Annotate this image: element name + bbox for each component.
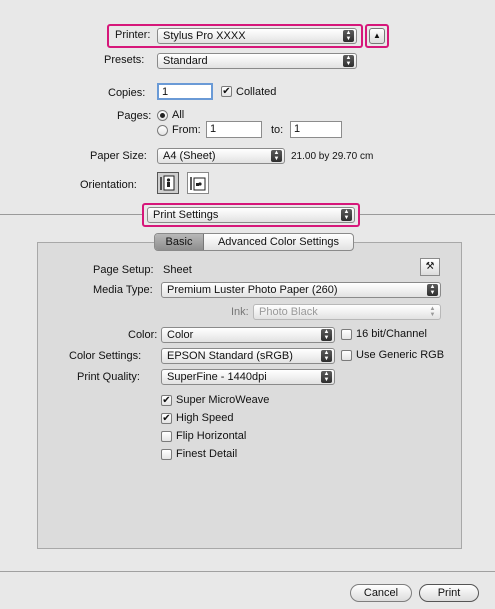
print-button[interactable]: Print [419,584,479,602]
finest-detail-label: Finest Detail [176,448,238,460]
cancel-button[interactable]: Cancel [350,584,412,602]
pages-from-radio[interactable] [157,125,168,136]
super-microweave-checkbox[interactable]: ✔ [161,395,172,406]
popup-arrows-icon: ▲ ▼ [427,284,438,296]
color-settings-popup[interactable]: EPSON Standard (sRGB) ▲ ▼ [161,348,335,364]
popup-arrows-icon: ▲ ▼ [321,371,332,383]
pages-from-field[interactable]: 1 [206,121,262,138]
tab-advanced-color[interactable]: Advanced Color Settings [204,234,353,250]
popup-arrows-icon: ▲ ▼ [321,350,332,362]
popup-arrows-icon: ▲ ▼ [343,30,354,42]
print-quality-value: SuperFine - 1440dpi [167,371,267,383]
tab-basic[interactable]: Basic [155,234,204,250]
popup-arrows-icon: ▲ ▼ [271,150,282,162]
collated-checkbox[interactable]: ✔ [221,86,232,97]
utility-button[interactable]: ⚒ [420,258,440,276]
pages-to-label: to: [271,124,284,136]
printer-value: Stylus Pro XXXX [163,30,246,42]
paper-size-label: Paper Size: [90,150,147,162]
paper-dimensions: 21.00 by 29.70 cm [291,151,374,162]
high-speed-label: High Speed [176,412,234,424]
print-quality-label: Print Quality: [77,371,140,383]
presets-popup[interactable]: Standard ▲ ▼ [157,53,357,69]
ink-label: Ink: [231,306,249,318]
media-type-value: Premium Luster Photo Paper (260) [167,284,338,296]
copies-label: Copies: [108,87,146,99]
presets-label: Presets: [104,54,145,66]
media-type-label: Media Type: [93,284,153,296]
printer-label: Printer: [115,29,151,41]
media-type-popup[interactable]: Premium Luster Photo Paper (260) ▲ ▼ [161,282,441,298]
ink-popup[interactable]: Photo Black ▲ ▼ [253,304,441,320]
super-microweave-label: Super MicroWeave [176,394,270,406]
printer-popup[interactable]: Stylus Pro XXXX ▲ ▼ [157,28,357,44]
finest-detail-checkbox[interactable] [161,449,172,460]
portrait-icon [160,175,175,191]
copies-field[interactable]: 1 [157,83,213,100]
ink-value: Photo Black [259,306,318,318]
tab-basic-label: Basic [165,236,193,248]
popup-arrows-icon: ▲ ▼ [343,55,354,67]
pages-all-label: All [172,109,185,121]
tab-advanced-label: Advanced Color Settings [217,236,340,248]
page-setup-value: Sheet [163,264,192,276]
color-value: Color [167,329,194,341]
page-setup-label: Page Setup: [93,264,154,276]
popup-arrows-icon: ▲ ▼ [429,306,436,318]
tab-bar: Basic Advanced Color Settings [154,233,354,251]
orientation-label: Orientation: [80,179,137,191]
paper-size-value: A4 (Sheet) [163,150,216,162]
color-popup[interactable]: Color ▲ ▼ [161,327,335,343]
presets-value: Standard [163,55,208,67]
tools-icon: ⚒ [425,261,435,272]
color-settings-value: EPSON Standard (sRGB) [167,350,293,362]
popup-arrows-icon: ▲ ▼ [321,329,332,341]
paper-size-popup[interactable]: A4 (Sheet) ▲ ▼ [157,148,285,164]
color-label: Color: [128,329,158,341]
triangle-up-icon: ▲ [373,31,381,40]
orientation-landscape-button[interactable] [187,172,209,194]
collated-label: Collated [236,86,277,98]
disclosure-button[interactable]: ▲ [369,28,385,44]
generic-rgb-checkbox[interactable] [341,350,352,361]
bit16-label: 16 bit/Channel [356,328,427,340]
popup-arrows-icon: ▲ ▼ [341,209,352,221]
pages-label: Pages: [117,110,152,122]
generic-rgb-label: Use Generic RGB [356,349,445,361]
high-speed-checkbox[interactable]: ✔ [161,413,172,424]
flip-horizontal-checkbox[interactable] [161,431,172,442]
section-popup[interactable]: Print Settings ▲ ▼ [147,207,355,223]
pages-from-label: From: [172,124,201,136]
pages-to-field[interactable]: 1 [290,121,342,138]
flip-horizontal-label: Flip Horizontal [176,430,247,442]
landscape-icon [190,177,206,191]
bottom-divider [0,571,495,572]
orientation-portrait-button[interactable] [157,172,179,194]
color-settings-label: Color Settings: [69,350,142,362]
bit16-checkbox[interactable] [341,329,352,340]
print-quality-popup[interactable]: SuperFine - 1440dpi ▲ ▼ [161,369,335,385]
section-popup-value: Print Settings [153,209,219,221]
pages-all-radio[interactable] [157,110,168,121]
